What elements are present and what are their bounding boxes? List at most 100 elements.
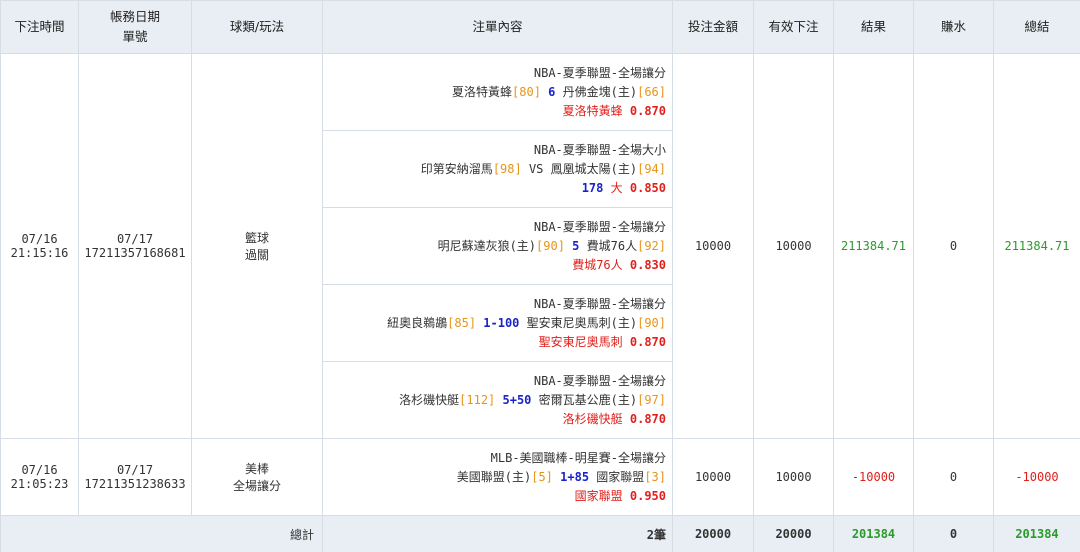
play-type: 全場讓分 (232, 479, 281, 493)
ticket-number: 17211351238633 (84, 477, 186, 491)
ticket-number: 17211357168681 (84, 246, 186, 260)
leg-spread1: [80] (512, 84, 541, 99)
header-result: 結果 (833, 0, 914, 54)
bet-time-cell: 07/16 21:15:16 (0, 53, 79, 439)
summary-row: 總計 2筆 20000 20000 201384 0 201384 (0, 515, 1080, 552)
leg-pick: 夏洛特黃蜂 0.870 (327, 102, 666, 121)
summary-amount: 20000 (672, 515, 754, 552)
account-date: 07/17 (116, 463, 154, 477)
sport-name: 籃球 (244, 231, 269, 245)
leg-team2: 鳳凰城太陽(主) (550, 161, 638, 176)
leg-pick: 費城76人 0.830 (327, 256, 666, 275)
bet-leg: NBA-夏季聯盟-全場讓分 明尼蘇達灰狼(主)[90] 5 費城76人[92] … (322, 207, 673, 285)
leg-team1: 印第安納溜馬 (420, 161, 493, 176)
leg-matchup: 洛杉磯快艇[112] 5+50 密爾瓦基公鹿(主)[97] (327, 391, 666, 410)
leg-league: NBA-夏季聯盟-全場讓分 (533, 219, 666, 234)
bet-total: 211384.71 (993, 53, 1080, 439)
leg-matchup: 印第安納溜馬[98] VS 鳳凰城太陽(主)[94] (327, 160, 666, 179)
bet-rebate: 0 (913, 438, 994, 516)
leg-pick-team: 國家聯盟 (574, 488, 623, 503)
leg-team1: 洛杉磯快艇 (399, 392, 460, 407)
bet-date: 07/16 (21, 463, 58, 477)
bet-time: 21:15:16 (10, 246, 69, 260)
leg-handicap: 6 (548, 84, 556, 99)
leg-handicap: 1-100 (483, 315, 520, 330)
leg-odds: 0.870 (629, 334, 666, 349)
account-date: 07/17 (116, 232, 154, 246)
header-bet-content: 注單內容 (322, 0, 673, 54)
leg-spread1: [5] (531, 469, 553, 484)
leg-odds: 0.830 (629, 257, 666, 272)
leg-matchup: 明尼蘇達灰狼(主)[90] 5 費城76人[92] (327, 237, 666, 256)
leg-handicap: 5+50 (502, 392, 532, 407)
valid-bet: 10000 (753, 53, 834, 439)
leg-odds: 0.850 (629, 180, 666, 195)
table-header-row: 下注時間 帳務日期 單號 球類/玩法 注單內容 投注金額 有效下注 結果 賺水 總… (0, 0, 1080, 54)
leg-team1: 夏洛特黃蜂 (452, 84, 513, 99)
bet-time-cell: 07/16 21:05:23 (0, 438, 79, 516)
leg-pick: 178 大 0.850 (327, 179, 666, 198)
bet-records-table: 下注時間 帳務日期 單號 球類/玩法 注單內容 投注金額 有效下注 結果 賺水 總… (0, 0, 1080, 552)
bet-time: 21:05:23 (10, 477, 69, 491)
leg-matchup: 紐奧良鵜鶘[85] 1-100 聖安東尼奧馬刺(主)[90] (327, 314, 666, 333)
summary-result: 201384 (833, 515, 914, 552)
bet-leg: MLB-美國職棒-明星賽-全場讓分 美國聯盟(主)[5] 1+85 國家聯盟[3… (322, 438, 673, 516)
leg-spread1: [98] (492, 161, 522, 176)
header-total: 總結 (993, 0, 1080, 54)
leg-spread2: [66] (637, 84, 666, 99)
bet-date: 07/16 (21, 232, 58, 246)
bet-leg: NBA-夏季聯盟-全場讓分 洛杉磯快艇[112] 5+50 密爾瓦基公鹿(主)[… (322, 361, 673, 439)
leg-spread2: [90] (637, 315, 666, 330)
valid-bet: 10000 (753, 438, 834, 516)
leg-matchup: 美國聯盟(主)[5] 1+85 國家聯盟[3] (327, 468, 666, 487)
bet-total: -10000 (993, 438, 1080, 516)
leg-team2: 丹佛金塊(主) (562, 84, 638, 99)
leg-spread1: [90] (536, 238, 565, 253)
leg-pick-team: 費城76人 (572, 257, 623, 272)
leg-matchup: 夏洛特黃蜂[80] 6 丹佛金塊(主)[66] (327, 83, 666, 102)
bet-result: 211384.71 (833, 53, 914, 439)
leg-pick-team: 夏洛特黃蜂 (562, 103, 623, 118)
leg-league: NBA-夏季聯盟-全場讓分 (533, 65, 666, 80)
sport-type-cell: 籃球 過關 (191, 53, 323, 439)
leg-pick: 聖安東尼奧馬刺 0.870 (327, 333, 666, 352)
header-ticket-label: 單號 (122, 29, 148, 44)
bet-result: -10000 (833, 438, 914, 516)
leg-spread1: [112] (459, 392, 496, 407)
header-sport-type: 球類/玩法 (191, 0, 323, 54)
leg-league: NBA-夏季聯盟-全場讓分 (533, 373, 666, 388)
leg-league: MLB-美國職棒-明星賽-全場讓分 (490, 450, 666, 465)
leg-spread2: [97] (637, 392, 666, 407)
leg-spread2: [3] (644, 469, 666, 484)
leg-spread1: [85] (447, 315, 477, 330)
leg-team2: 聖安東尼奧馬刺(主) (526, 315, 638, 330)
leg-team1: 美國聯盟(主) (456, 469, 532, 484)
leg-versus: VS (528, 161, 544, 176)
header-bet-amount: 投注金額 (672, 0, 754, 54)
sport-name: 美棒 (244, 462, 269, 476)
leg-odds: 0.870 (629, 411, 666, 426)
leg-handicap: 1+85 (560, 469, 590, 484)
header-valid-bet: 有效下注 (753, 0, 834, 54)
summary-label: 總計 (0, 515, 323, 552)
bet-leg: NBA-夏季聯盟-全場大小 印第安納溜馬[98] VS 鳳凰城太陽(主)[94]… (322, 130, 673, 208)
leg-odds: 0.950 (629, 488, 666, 503)
bet-amount: 10000 (672, 438, 754, 516)
header-date-label: 帳務日期 (109, 9, 160, 24)
bet-leg: NBA-夏季聯盟-全場讓分 紐奧良鵜鶘[85] 1-100 聖安東尼奧馬刺(主)… (322, 284, 673, 362)
bet-leg: NBA-夏季聯盟-全場讓分 夏洛特黃蜂[80] 6 丹佛金塊(主)[66] 夏洛… (322, 53, 673, 131)
leg-spread2: [92] (637, 238, 666, 253)
leg-league: NBA-夏季聯盟-全場讓分 (533, 296, 666, 311)
leg-pick: 國家聯盟 0.950 (327, 487, 666, 506)
bet-rebate: 0 (913, 53, 994, 439)
leg-pick-team: 聖安東尼奧馬刺 (538, 334, 623, 349)
leg-pick-team: 洛杉磯快艇 (562, 411, 623, 426)
table-row: 07/16 21:15:16 07/17 17211357168681 籃球 過關 N… (0, 53, 1080, 439)
leg-team1: 紐奧良鵜鶘 (387, 315, 448, 330)
account-date-cell: 07/17 17211351238633 (78, 438, 192, 516)
leg-team2: 費城76人 (586, 238, 638, 253)
summary-valid: 20000 (753, 515, 834, 552)
leg-pick: 洛杉磯快艇 0.870 (327, 410, 666, 429)
leg-team2: 密爾瓦基公鹿(主) (538, 392, 638, 407)
summary-count: 2筆 (322, 515, 673, 552)
